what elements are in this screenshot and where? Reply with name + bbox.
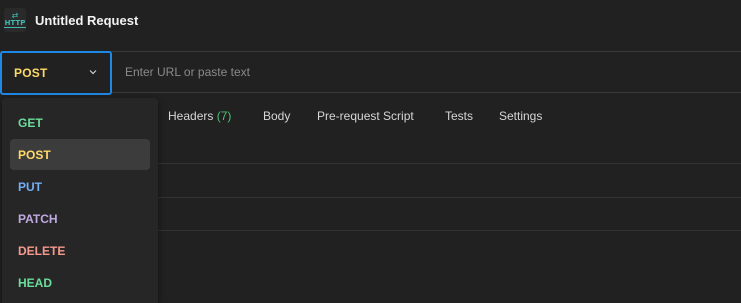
tab-settings[interactable]: Settings: [499, 109, 542, 123]
method-select[interactable]: POST: [0, 51, 112, 95]
tab-headers-label: Headers: [168, 109, 214, 123]
tab-body[interactable]: Body: [263, 109, 290, 123]
chevron-down-icon: [89, 70, 97, 75]
tab-headers[interactable]: Headers (7): [168, 109, 231, 123]
http-request-icon: ⇄ HTTP: [3, 8, 27, 32]
method-option-put[interactable]: PUT: [10, 171, 150, 202]
method-option-post[interactable]: POST: [10, 139, 150, 170]
method-option-get[interactable]: GET: [10, 107, 150, 138]
request-header: ⇄ HTTP Untitled Request: [0, 0, 741, 42]
method-option-patch[interactable]: PATCH: [10, 203, 150, 234]
method-select-value: POST: [14, 66, 48, 80]
tab-tests[interactable]: Tests: [445, 109, 473, 123]
url-input[interactable]: [112, 52, 741, 92]
method-option-head[interactable]: HEAD: [10, 267, 150, 298]
tab-pre-request-script[interactable]: Pre-request Script: [317, 109, 414, 123]
method-option-delete[interactable]: DELETE: [10, 235, 150, 266]
swap-arrows-icon: ⇄: [11, 11, 19, 20]
request-title[interactable]: Untitled Request: [35, 13, 138, 28]
url-bar: POST: [0, 51, 741, 95]
panel-divider: [158, 163, 741, 164]
panel-divider: [158, 230, 741, 231]
panel-divider: [158, 197, 741, 198]
http-icon-label: HTTP: [3, 19, 27, 28]
method-dropdown-menu: GET POST PUT PATCH DELETE HEAD: [2, 98, 158, 303]
headers-count-badge: (7): [216, 109, 232, 123]
